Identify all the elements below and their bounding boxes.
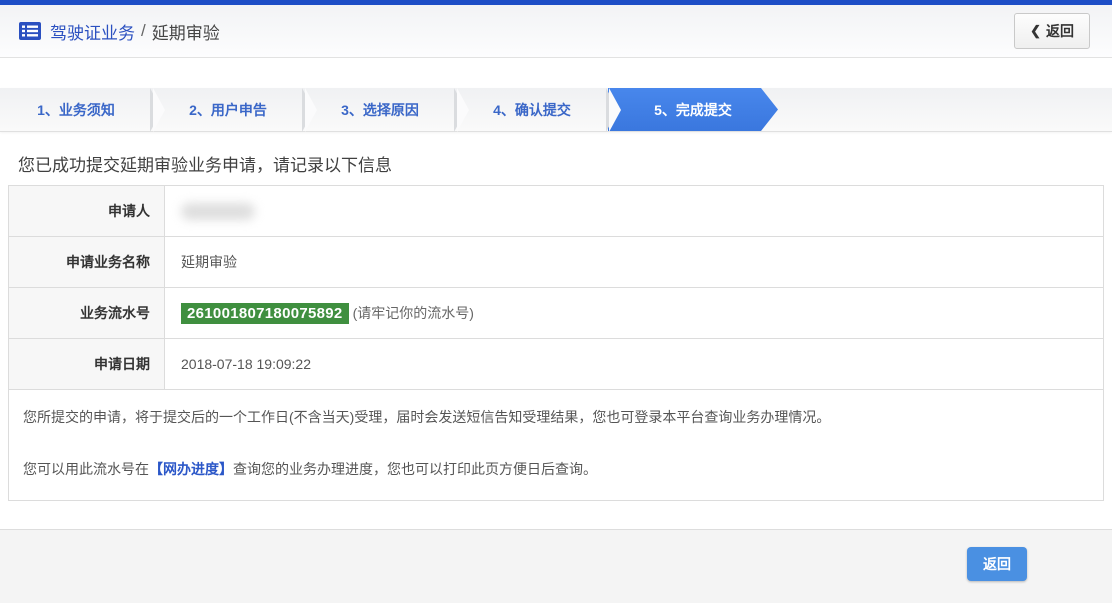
serial-number-label: 业务流水号 [9, 288, 165, 338]
serial-number-value: 261001807180075892 (请牢记你的流水号) [165, 288, 1103, 338]
list-icon [19, 22, 41, 40]
applicant-label: 申请人 [9, 186, 165, 236]
note-query-suffix: 查询您的业务办理进度，您也可以打印此页方便日后查询。 [233, 461, 597, 477]
success-message: 您已成功提交延期审验业务申请，请记录以下信息 [18, 156, 392, 175]
wizard-step-2: 2、用户申告 [152, 88, 317, 132]
notes-section: 您所提交的申请，将于提交后的一个工作日(不含当天)受理，届时会发送短信告知受理结… [9, 390, 1103, 500]
page-header: 驾驶证业务 / 延期审验 ❮ 返回 [0, 5, 1112, 58]
page-title-service: 延期审验 [151, 23, 220, 43]
table-row-service-name: 申请业务名称 延期审验 [9, 237, 1103, 288]
note-query-progress: 您可以用此流水号在【网办进度】查询您的业务办理进度，您也可以打印此页方便日后查询… [23, 459, 1089, 480]
apply-date-value: 2018-07-18 19:09:22 [181, 356, 311, 372]
wizard-step-4: 4、确认提交 [456, 88, 621, 132]
wizard-step-1: 1、业务须知 [0, 88, 165, 132]
header-back-button[interactable]: ❮ 返回 [1014, 13, 1090, 49]
applicant-value [165, 186, 1103, 236]
online-progress-link[interactable]: 【网办进度】 [149, 461, 233, 477]
footer-bar: 返回 [0, 529, 1112, 603]
note-processing-time: 您所提交的申请，将于提交后的一个工作日(不含当天)受理，届时会发送短信告知受理结… [23, 409, 831, 425]
application-info-box: 申请人 申请业务名称 延期审验 业务流水号 261001807180075892… [8, 185, 1104, 501]
redacted-name-blur [181, 202, 255, 220]
serial-number-badge: 261001807180075892 [181, 302, 349, 324]
title-separator: / [141, 21, 146, 40]
note-query-prefix: 您可以用此流水号在 [23, 461, 149, 477]
step-wizard: 1、业务须知 2、用户申告 3、选择原因 4、确认提交 5、完成提交 [0, 88, 1112, 132]
table-row-serial-number: 业务流水号 261001807180075892 (请牢记你的流水号) [9, 288, 1103, 339]
table-row-applicant: 申请人 [9, 186, 1103, 237]
table-row-apply-date: 申请日期 2018-07-18 19:09:22 [9, 339, 1103, 390]
footer-back-button[interactable]: 返回 [967, 547, 1027, 581]
wizard-step-3: 3、选择原因 [304, 88, 469, 132]
page-title-category: 驾驶证业务 [50, 23, 135, 43]
service-name-label: 申请业务名称 [9, 237, 165, 287]
chevron-left-icon: ❮ [1030, 23, 1041, 38]
service-name-value: 延期审验 [181, 254, 237, 270]
apply-date-label: 申请日期 [9, 339, 165, 389]
serial-number-note: (请牢记你的流水号) [352, 305, 474, 321]
wizard-step-5-active: 5、完成提交 [608, 88, 778, 131]
header-back-label: 返回 [1046, 23, 1074, 39]
